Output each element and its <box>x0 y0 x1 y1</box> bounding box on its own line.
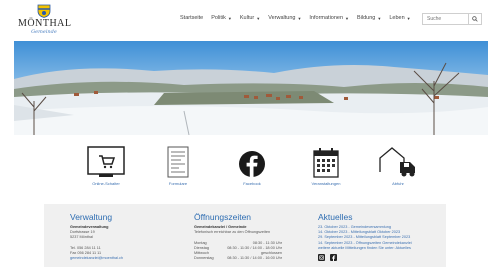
nav-label: Leben <box>389 15 405 21</box>
footer-heading: Verwaltung <box>70 212 113 222</box>
chevron-down-icon: ▼ <box>377 15 382 21</box>
footer-heading: Aktuelles <box>318 212 353 222</box>
quick-links: Online-Schalter Formulare Facebook Veran… <box>0 140 492 192</box>
chevron-down-icon: ▼ <box>406 15 411 21</box>
search-input[interactable] <box>423 14 469 24</box>
hours-row: Donnerstag 08:30 - 11:30 / 14:00 - 16:00… <box>194 256 282 261</box>
chevron-down-icon: ▼ <box>227 15 232 21</box>
site-logo[interactable]: MÖNTHAL Gemeinde <box>18 4 72 38</box>
quicklink-label: Formulare <box>168 181 188 186</box>
quicklink-online-schalter[interactable]: Online-Schalter <box>76 140 136 186</box>
form-icon <box>167 146 189 178</box>
nav-verwaltung[interactable]: Verwaltung ▼ <box>268 15 301 21</box>
chevron-down-icon: ▼ <box>256 15 261 21</box>
site-footer: Verwaltung Gemeindeverwaltung Dorfstrass… <box>44 204 446 267</box>
hours-day: Donnerstag <box>194 256 214 261</box>
nav-politik[interactable]: Politik ▼ <box>211 15 232 21</box>
nav-bildung[interactable]: Bildung ▼ <box>357 15 381 21</box>
calendar-icon <box>313 148 339 178</box>
nav-startseite[interactable]: Startseite <box>180 15 203 21</box>
nav-label: Politik <box>211 15 226 21</box>
footer-heading: Öffnungszeiten <box>194 212 252 222</box>
nav-label: Informationen <box>309 15 344 21</box>
coat-of-arms-icon <box>37 4 51 18</box>
instagram-icon[interactable] <box>318 254 325 262</box>
quicklink-label: Online-Schalter <box>92 181 120 186</box>
nav-label: Kultur <box>239 15 255 21</box>
search-box <box>422 13 482 25</box>
footer-line: Telefonisch erreichbar zu den Öffnungsze… <box>194 230 271 235</box>
logo-subtitle: Gemeinde <box>31 29 57 35</box>
quicklink-veranstaltungen[interactable]: Veranstaltungen <box>296 140 356 186</box>
social-links <box>318 254 412 262</box>
chevron-down-icon: ▼ <box>345 15 350 21</box>
quicklink-label: Veranstaltungen <box>311 181 341 186</box>
nav-label: Startseite <box>180 15 204 21</box>
footer-verwaltung: Verwaltung Gemeindeverwaltung Dorfstrass… <box>70 212 123 261</box>
search-button[interactable] <box>468 14 481 24</box>
footer-oeffnungszeiten: Öffnungszeiten Gemeindekanzlei / Gemeind… <box>194 212 282 261</box>
main-nav: Startseite Politik ▼ Kultur ▼ Verwaltung ▼ … <box>180 15 419 21</box>
nav-kultur[interactable]: Kultur ▼ <box>240 15 260 21</box>
quicklink-abfuhr[interactable]: Abfuhr <box>368 140 428 186</box>
quicklink-label: Facebook <box>243 181 261 186</box>
email-link[interactable]: gemeindekanzlei@moenthal.ch <box>70 256 123 261</box>
site-header: MÖNTHAL Gemeinde Startseite Politik ▼ Kul… <box>0 0 492 40</box>
garbage-truck-icon <box>379 147 415 177</box>
news-more-link[interactable]: weitere aktuelle Mitteilungen finden Sie… <box>318 246 412 251</box>
quicklink-formulare[interactable]: Formulare <box>148 140 208 186</box>
facebook-icon <box>239 151 265 177</box>
cart-icon <box>87 146 125 177</box>
news-item[interactable]: 29. September 2023 - Mitteilungsblatt Se… <box>318 235 412 240</box>
hours-time: 08:30 - 11:30 / 14:00 - 16:00 Uhr <box>227 256 282 261</box>
quicklink-facebook[interactable]: Facebook <box>222 140 282 186</box>
hero-banner-image <box>14 41 488 135</box>
quicklink-label: Abfuhr <box>392 181 404 186</box>
nav-leben[interactable]: Leben ▼ <box>389 15 410 21</box>
facebook-icon[interactable] <box>330 254 337 262</box>
footer-aktuelles: Aktuelles 23. Oktober 2023 - Gemeindever… <box>318 212 412 262</box>
nav-informationen[interactable]: Informationen ▼ <box>309 15 349 21</box>
logo-name: MÖNTHAL <box>18 18 72 29</box>
nav-label: Bildung <box>357 15 376 21</box>
chevron-down-icon: ▼ <box>297 15 302 21</box>
nav-label: Verwaltung <box>268 15 296 21</box>
search-icon <box>472 16 478 22</box>
